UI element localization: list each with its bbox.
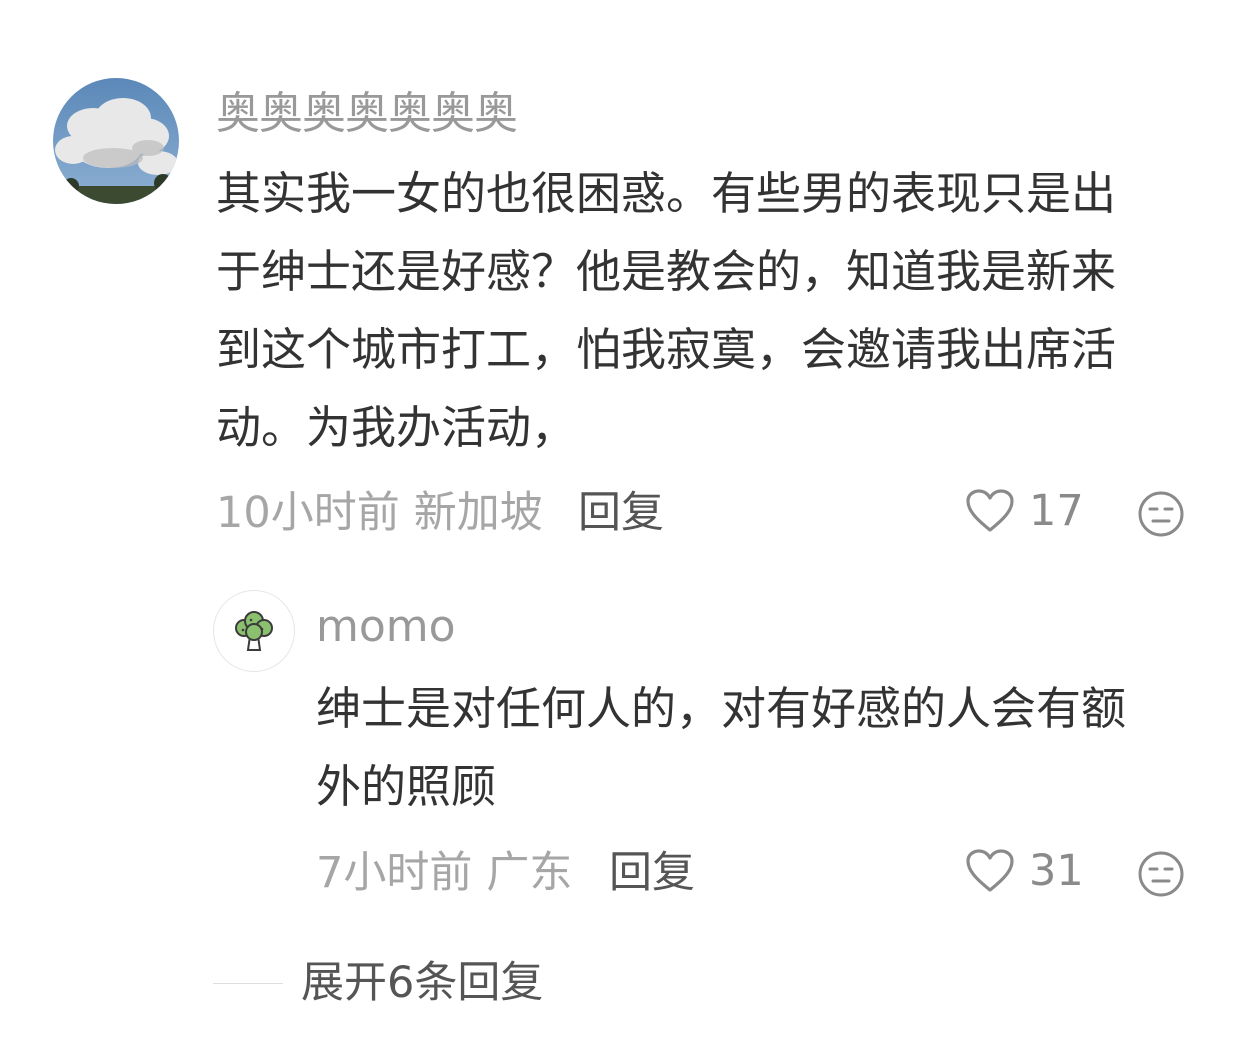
comment-author[interactable]: 奥奥奥奥奥奥奥: [216, 92, 518, 136]
meh-face-icon[interactable]: [1137, 490, 1185, 538]
reply-meta: 7小时前 广东: [316, 852, 572, 895]
heart-icon: [966, 849, 1014, 892]
reply-location: 广东: [486, 848, 573, 898]
reply-like-button[interactable]: 31: [965, 848, 1084, 894]
expand-replies-label: 展开6条回复: [301, 958, 544, 1008]
reply-author[interactable]: momo: [316, 605, 456, 649]
comment-line: 其实我一女的也很困惑。有些男的表现只是出: [216, 167, 1117, 220]
user-avatar[interactable]: [53, 78, 179, 204]
comment-line: 于绅士还是好感？他是教会的，知道我是新来: [216, 245, 1117, 298]
reply-like-count: 31: [1029, 845, 1084, 896]
reply-line: 绅士是对任何人的，对有好感的人会有额: [316, 682, 1127, 735]
comment-time: 10小时前: [216, 488, 400, 538]
heart-icon: [966, 489, 1014, 532]
reply-avatar[interactable]: [213, 590, 295, 672]
like-button[interactable]: 17: [965, 488, 1084, 534]
cloud-sky-avatar-image: [53, 78, 179, 204]
meh-face-icon[interactable]: [1137, 850, 1185, 898]
comment-location: 新加坡: [413, 488, 543, 538]
reply-time: 7小时前: [316, 848, 473, 898]
broccoli-icon: [235, 611, 273, 651]
reply-reply-button[interactable]: 回复: [609, 852, 695, 895]
comment-meta: 10小时前 新加坡: [216, 492, 543, 535]
comment-line: 到这个城市打工，怕我寂寞，会邀请我出席活: [216, 323, 1117, 376]
like-count: 17: [1029, 485, 1084, 536]
comment-line: 动。为我办活动，: [216, 401, 577, 454]
expand-replies-button[interactable]: 展开6条回复: [213, 962, 543, 1005]
comment-body: 其实我一女的也很困惑。有些男的表现只是出 于绅士还是好感？他是教会的，知道我是新…: [216, 155, 1116, 467]
reply-button[interactable]: 回复: [578, 492, 664, 535]
reply-line: 外的照顾: [316, 760, 497, 813]
reply-body: 绅士是对任何人的，对有好感的人会有额 外的照顾: [316, 670, 1126, 826]
divider-line: [213, 982, 283, 985]
